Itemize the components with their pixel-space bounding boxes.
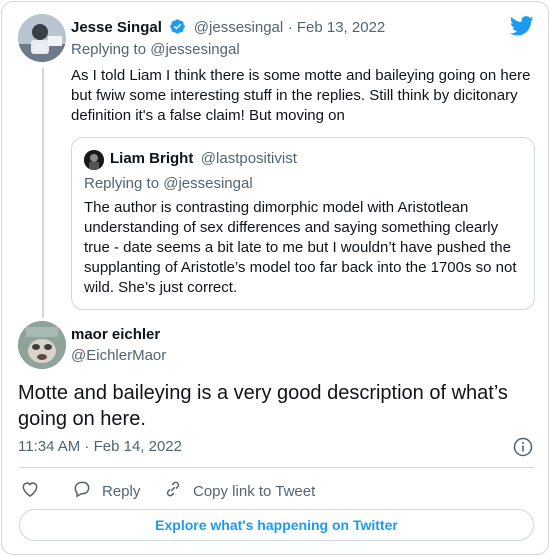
explore-twitter-button[interactable]: Explore what's happening on Twitter (19, 509, 534, 541)
quote-author-name: Liam Bright (110, 150, 194, 167)
reply-icon (72, 479, 92, 503)
tweet2-author-name[interactable]: maor eichler (71, 326, 160, 343)
embedded-tweet-card: Jesse Singal @jessesingal · Feb 13, 2022… (1, 1, 549, 555)
tweet-date[interactable]: · Feb 13, 2022 (288, 19, 386, 36)
tweet1-text: As I told Liam I think there is some mot… (71, 67, 531, 124)
author-handle[interactable]: @jessesingal (194, 19, 283, 36)
author-name[interactable]: Jesse Singal (71, 19, 162, 36)
like-button[interactable] (20, 479, 40, 503)
avatar-maor-eichler[interactable] (18, 321, 66, 369)
quote-author-handle: @lastpositivist (200, 150, 297, 167)
heart-icon (20, 479, 40, 503)
verified-badge-icon (169, 18, 186, 40)
divider (19, 467, 534, 468)
quote-text: The author is contrasting dimorphic mode… (84, 199, 517, 296)
twitter-bird-icon[interactable] (509, 16, 534, 36)
link-icon (163, 479, 183, 503)
tweet2-text: Motte and baileying is a very good descr… (18, 382, 508, 430)
avatar-jesse-singal[interactable] (18, 14, 66, 62)
thread-connector-line (42, 68, 44, 318)
quoted-tweet[interactable]: Liam Bright @lastpositivist Replying to … (71, 137, 535, 310)
quote-replying-to: Replying to @jessesingal (84, 175, 253, 192)
copy-link-button[interactable]: Copy link to Tweet (163, 479, 315, 503)
info-icon[interactable] (513, 437, 533, 457)
tweet2-author-handle[interactable]: @EichlerMaor (71, 347, 166, 364)
replying-to[interactable]: Replying to @jessesingal (71, 41, 240, 58)
tweet1-header: Jesse Singal @jessesingal · Feb 13, 2022 (71, 18, 385, 40)
avatar-liam-bright (84, 150, 104, 170)
copy-link-label: Copy link to Tweet (193, 482, 316, 500)
tweet2-timestamp[interactable]: 11:34 AM · Feb 14, 2022 (18, 438, 182, 455)
reply-label: Reply (102, 482, 141, 500)
reply-button[interactable]: Reply (72, 479, 140, 503)
quote-header: Liam Bright @lastpositivist (110, 150, 297, 168)
